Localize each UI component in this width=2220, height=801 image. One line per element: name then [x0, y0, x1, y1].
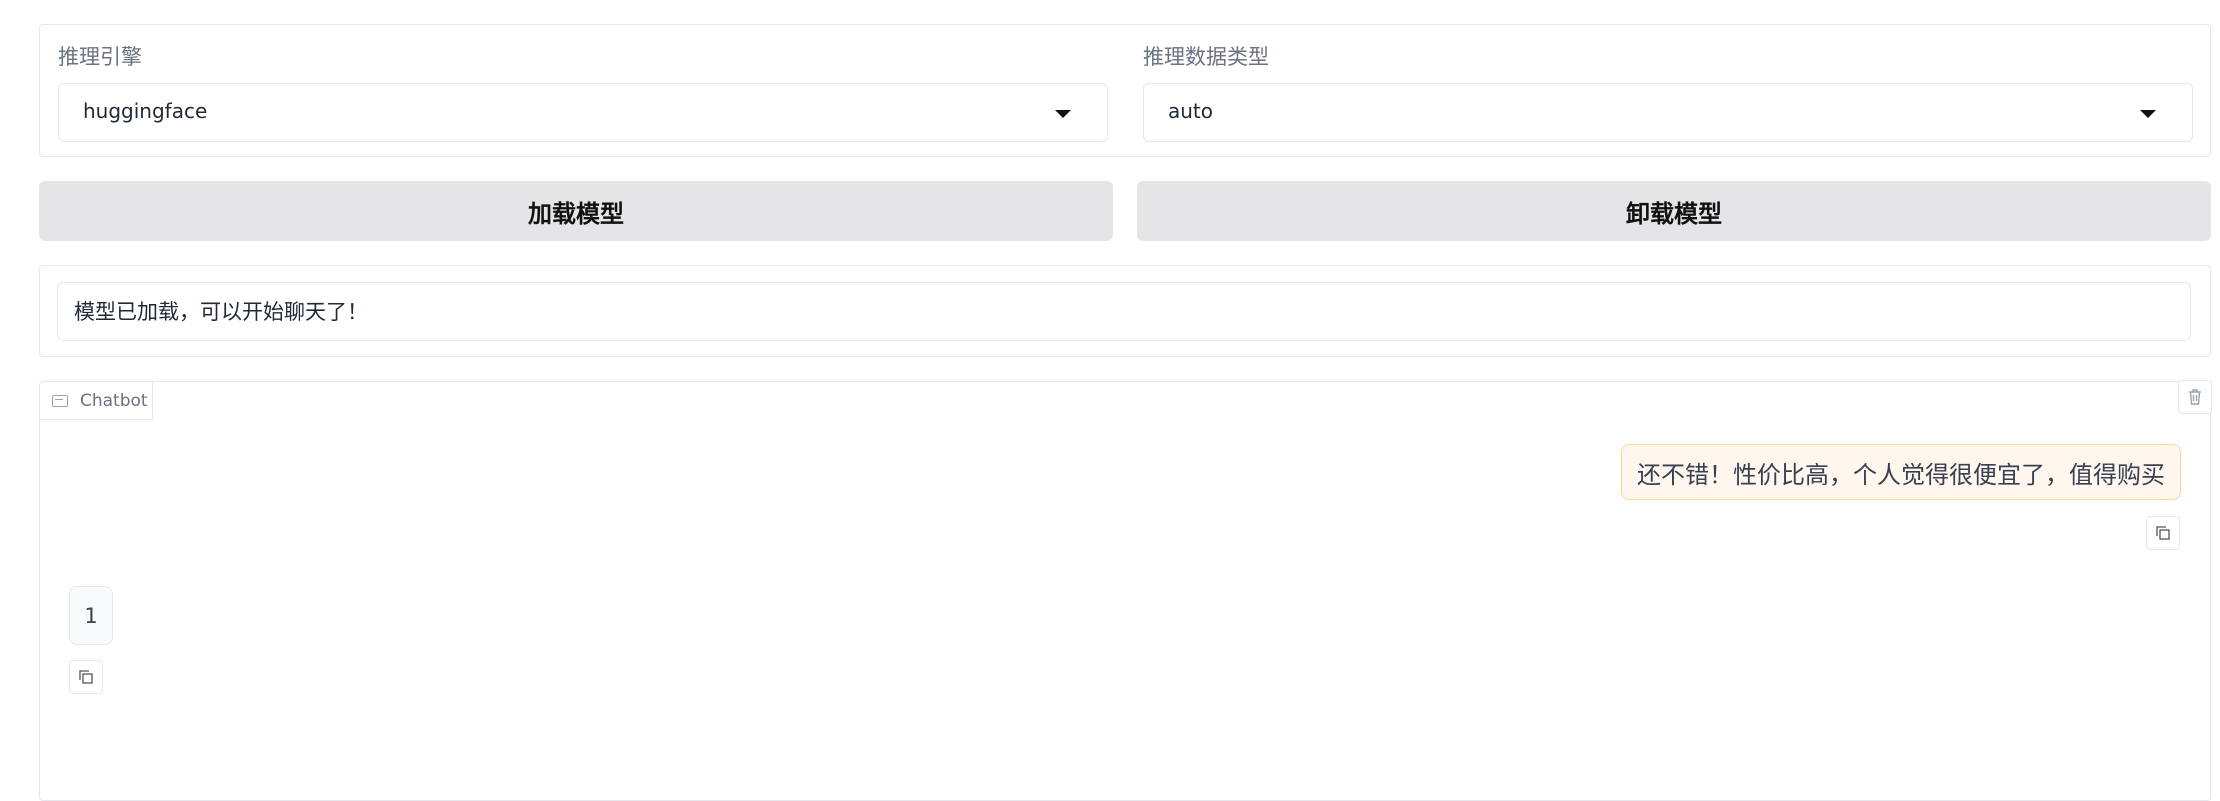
chat-icon: [52, 394, 68, 407]
trash-icon: [2189, 389, 2201, 405]
dtype-label: 推理数据类型: [1143, 45, 1269, 69]
chevron-down-icon: [2140, 110, 2156, 118]
dtype-value: auto: [1168, 99, 1214, 123]
dtype-dropdown[interactable]: auto: [1143, 83, 2193, 142]
status-textbox[interactable]: 模型已加载，可以开始聊天了！: [57, 282, 2191, 341]
engine-value: huggingface: [83, 99, 208, 123]
clear-chat-button[interactable]: [2178, 380, 2212, 414]
copy-user-message-button[interactable]: [2146, 516, 2180, 550]
copy-bot-message-button[interactable]: [69, 660, 103, 694]
copy-icon: [79, 670, 93, 684]
bot-message: 1: [69, 586, 113, 645]
chevron-down-icon: [1055, 110, 1071, 118]
chatbot-label-text: Chatbot: [80, 390, 148, 411]
settings-panel: 推理引擎 huggingface 推理数据类型 auto: [39, 24, 2211, 157]
load-model-button[interactable]: 加载模型: [39, 181, 1113, 241]
user-message: 还不错！性价比高，个人觉得很便宜了，值得购买: [1621, 444, 2181, 500]
unload-model-button[interactable]: 卸载模型: [1137, 181, 2211, 241]
chatbot-label: Chatbot: [39, 382, 153, 420]
engine-dropdown[interactable]: huggingface: [58, 83, 1108, 142]
copy-icon: [2156, 526, 2170, 540]
engine-label: 推理引擎: [58, 45, 142, 69]
status-text: 模型已加载，可以开始聊天了！: [74, 300, 368, 324]
